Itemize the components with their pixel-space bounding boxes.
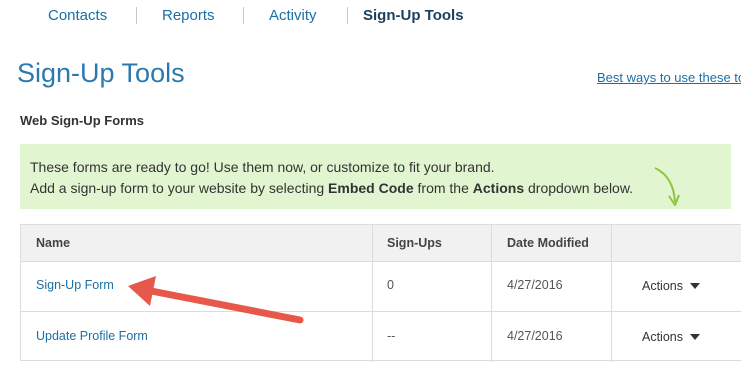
column-divider [491, 312, 492, 362]
page-title: Sign-Up Tools [17, 58, 185, 88]
caret-down-icon [690, 282, 700, 289]
banner-text: from the [413, 180, 473, 196]
column-name: Name [36, 236, 71, 250]
nav-divider [347, 7, 348, 24]
column-divider [372, 225, 373, 261]
nav-divider [136, 7, 137, 24]
annotation-arrow-icon [128, 276, 304, 324]
date-modified: 4/27/2016 [507, 329, 563, 343]
column-divider [372, 261, 373, 311]
nav-sign-up-tools[interactable]: Sign-Up Tools [363, 7, 464, 24]
top-nav: Contacts Reports Activity Sign-Up Tools [0, 0, 741, 34]
info-banner: These forms are ready to go! Use them no… [20, 144, 731, 209]
banner-actions: Actions [472, 180, 525, 196]
banner-text-line2: Add a sign-up form to your website by se… [30, 180, 633, 196]
banner-text: Add a sign-up form to your website by se… [30, 180, 329, 196]
nav-activity[interactable]: Activity [269, 7, 317, 24]
column-divider [611, 261, 612, 311]
actions-label: Actions [642, 330, 683, 344]
curved-arrow-down-icon [654, 167, 680, 206]
nav-divider [243, 7, 244, 24]
banner-text-line1: These forms are ready to go! Use them no… [30, 159, 495, 175]
column-divider [491, 261, 492, 311]
table-header: Name Sign-Ups Date Modified [21, 225, 741, 262]
column-divider [611, 312, 612, 362]
date-modified: 4/27/2016 [507, 278, 563, 292]
nav-contacts[interactable]: Contacts [48, 7, 107, 24]
form-name-link[interactable]: Sign-Up Form [36, 278, 114, 292]
column-sign-ups: Sign-Ups [387, 236, 442, 250]
actions-dropdown[interactable]: Actions [642, 279, 700, 293]
help-link[interactable]: Best ways to use these too [597, 70, 741, 85]
actions-dropdown[interactable]: Actions [642, 330, 700, 344]
banner-embed-code: Embed Code [328, 180, 414, 196]
column-divider [372, 312, 373, 362]
column-divider [491, 225, 492, 261]
signups-count: -- [387, 329, 396, 343]
signups-count: 0 [387, 278, 394, 292]
section-title: Web Sign-Up Forms [20, 113, 144, 128]
actions-label: Actions [642, 279, 683, 293]
nav-reports[interactable]: Reports [162, 7, 215, 24]
column-divider [611, 225, 612, 261]
column-date-modified: Date Modified [507, 236, 589, 250]
caret-down-icon [690, 333, 700, 340]
banner-text: dropdown below. [524, 180, 634, 196]
